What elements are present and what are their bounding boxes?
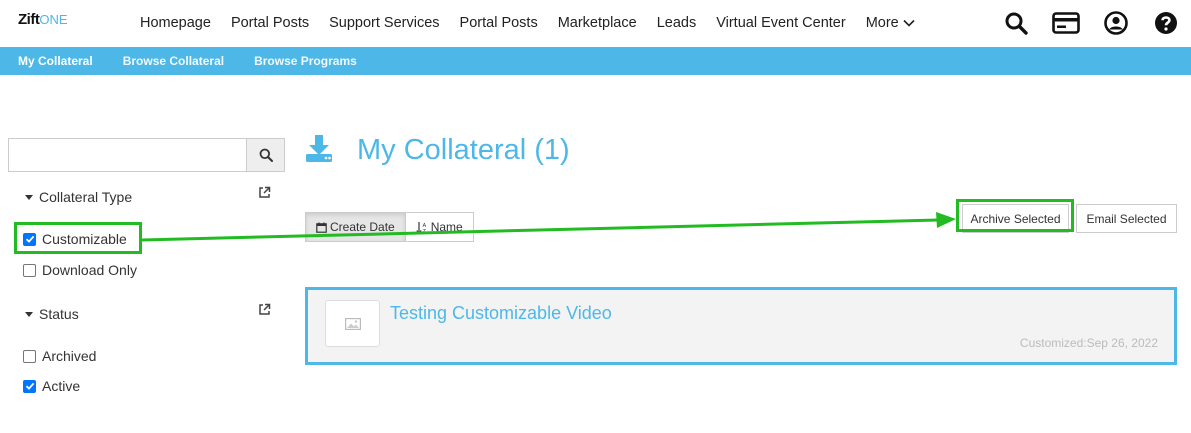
annotation-arrow: [141, 212, 956, 242]
annotation-arrow-head: [936, 212, 956, 228]
annotation-arrow-line: [141, 218, 939, 242]
